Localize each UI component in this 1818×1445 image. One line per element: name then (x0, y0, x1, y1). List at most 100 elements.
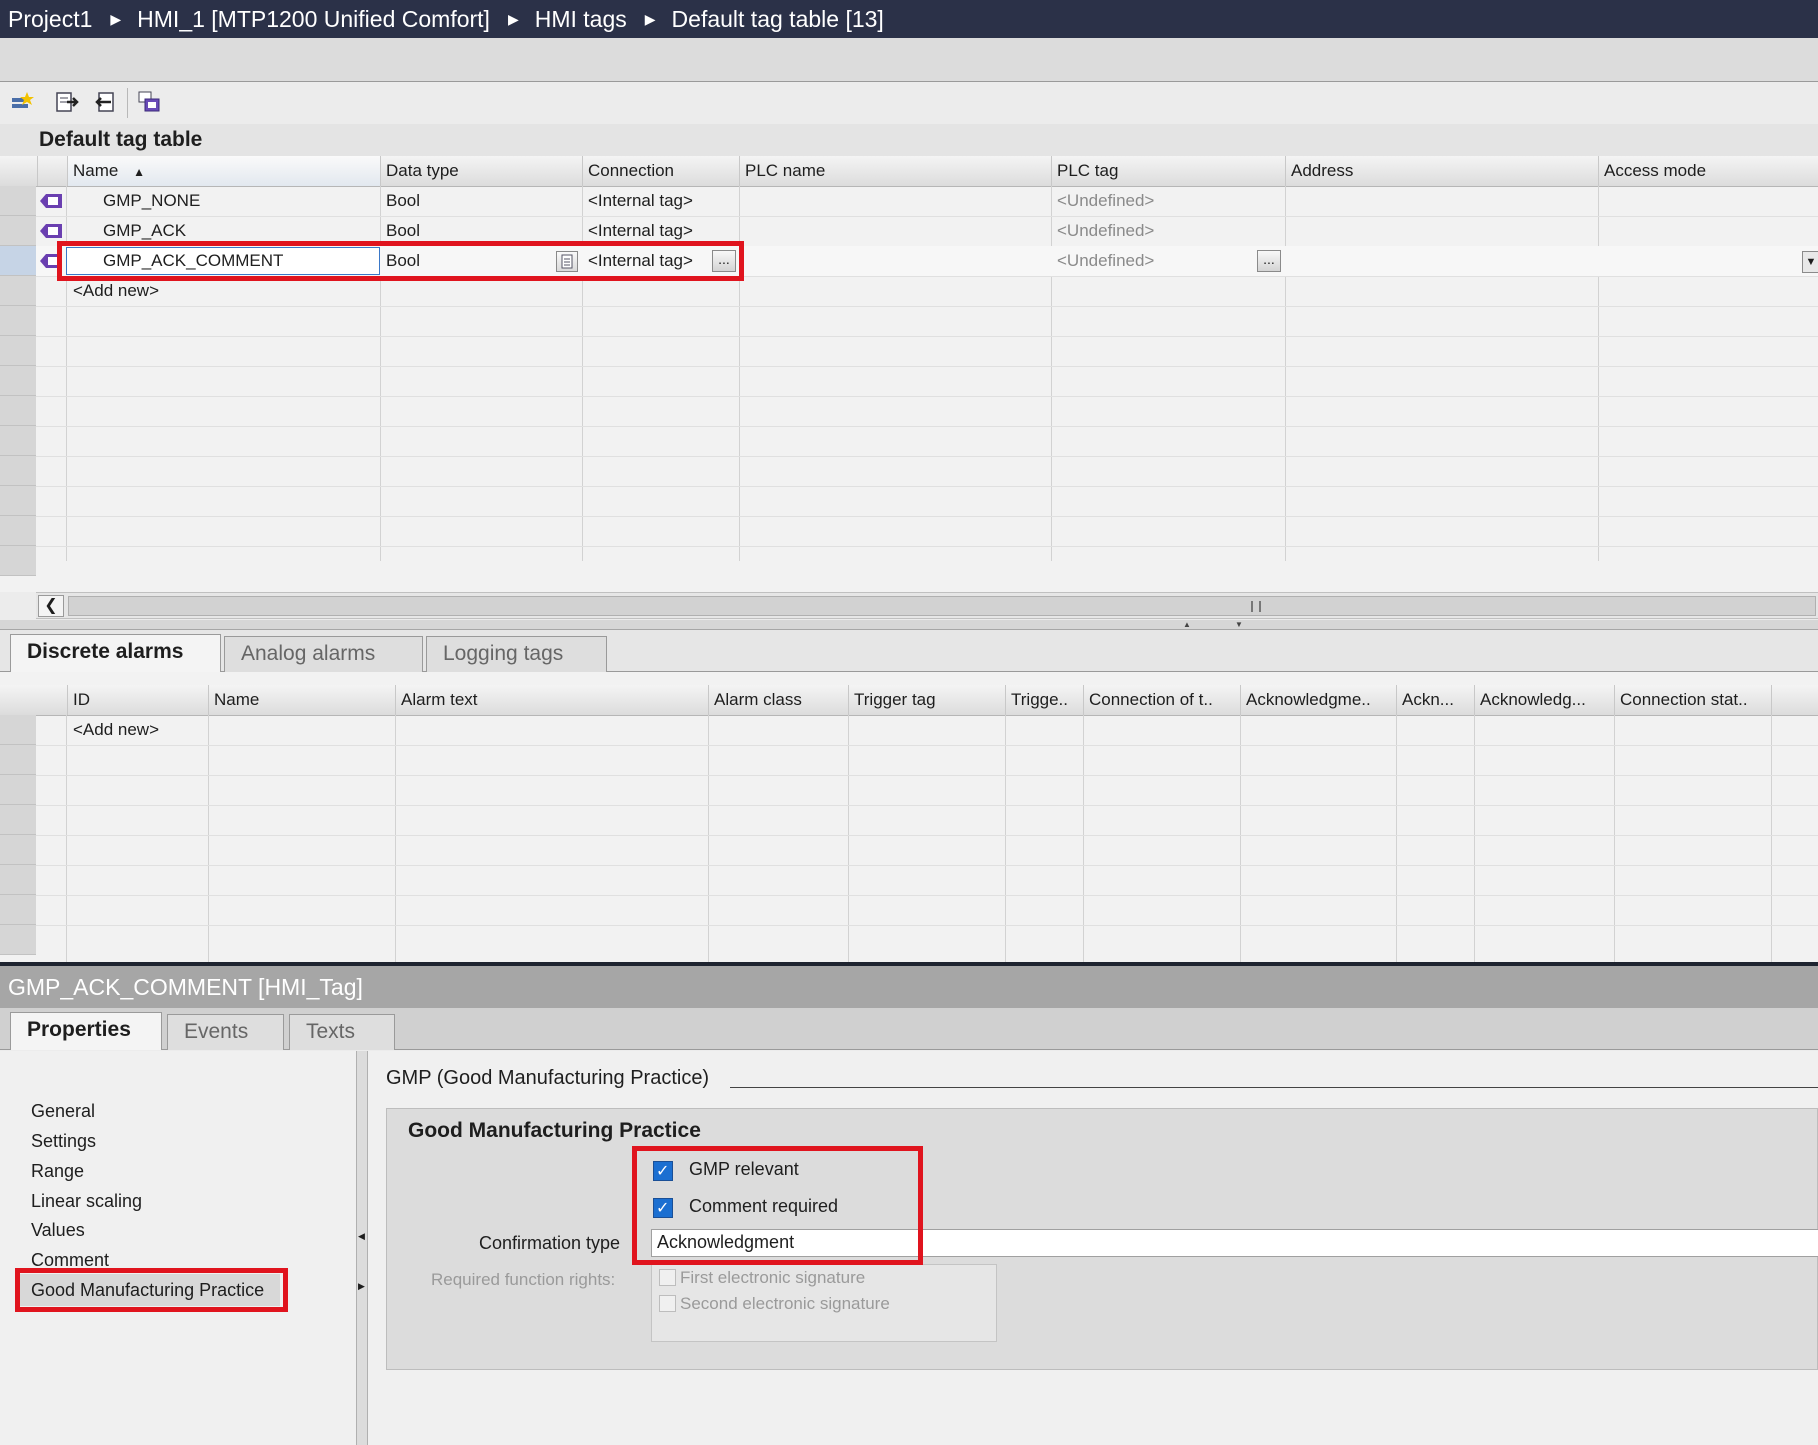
row-header[interactable] (0, 246, 36, 276)
row-header[interactable] (0, 835, 36, 865)
tab-properties[interactable]: Properties (10, 1012, 162, 1050)
breadcrumb-project[interactable]: Project1 (8, 6, 92, 33)
tab-discrete-alarms[interactable]: Discrete alarms (10, 634, 221, 672)
table-row-empty (36, 456, 1818, 487)
table-row-add-new[interactable]: <Add new> (36, 715, 1818, 746)
sort-ascending-icon: ▲ (133, 165, 145, 179)
column-header-alarm-text[interactable]: Alarm text (395, 685, 708, 715)
first-signature-label: First electronic signature (680, 1268, 866, 1287)
column-header-plc-name[interactable]: PLC name (739, 156, 1051, 186)
row-header[interactable] (0, 426, 36, 456)
tag-plc-tag[interactable]: <Undefined> (1057, 246, 1154, 276)
column-header-acknowledgment-bit[interactable]: Ackn... (1396, 685, 1474, 715)
row-header[interactable] (0, 366, 36, 396)
section-rule (730, 1087, 1818, 1088)
splitter[interactable]: ▲ ▼ (0, 620, 1818, 630)
table-row-empty (36, 336, 1818, 367)
tab-analog-alarms[interactable]: Analog alarms (224, 636, 423, 672)
collapse-left-icon[interactable]: ◀ (358, 1231, 365, 1242)
signature-group: First electronic signature Second electr… (651, 1264, 997, 1342)
column-header-connection-trigger[interactable]: Connection of t.. (1083, 685, 1240, 715)
nav-item-general[interactable]: General (31, 1098, 95, 1124)
column-header-acknowledgment-connection[interactable]: Acknowledg... (1474, 685, 1614, 715)
row-header[interactable] (0, 715, 36, 745)
row-header[interactable] (0, 216, 36, 246)
nav-item-values[interactable]: Values (31, 1217, 85, 1243)
property-content: GMP (Good Manufacturing Practice) Good M… (368, 1051, 1818, 1445)
row-header[interactable] (0, 276, 36, 306)
collapse-down-icon[interactable]: ▼ (1224, 621, 1254, 629)
row-header[interactable] (0, 865, 36, 895)
column-header-id[interactable]: ID (67, 685, 208, 715)
row-header[interactable] (0, 186, 36, 216)
tag-plc-tag[interactable]: <Undefined> (1057, 216, 1154, 246)
collapse-up-icon[interactable]: ▲ (1172, 621, 1202, 629)
scroll-left-icon[interactable]: ❮ (38, 595, 64, 617)
row-header[interactable] (0, 396, 36, 426)
nav-item-linear-scaling[interactable]: Linear scaling (31, 1188, 142, 1214)
table-row-empty (36, 516, 1818, 547)
table-row-empty (36, 745, 1818, 776)
toolbar-divider (127, 88, 128, 118)
column-header-address[interactable]: Address (1285, 156, 1598, 186)
tag-name[interactable]: GMP_NONE (103, 186, 200, 216)
second-signature-label: Second electronic signature (680, 1294, 890, 1313)
second-signature-checkbox[interactable] (659, 1295, 676, 1312)
nav-item-settings[interactable]: Settings (31, 1128, 96, 1154)
import-icon[interactable] (93, 90, 117, 114)
table-row-empty (36, 426, 1818, 457)
tag-data-type[interactable]: Bool (386, 186, 420, 216)
tag-plc-tag[interactable]: <Undefined> (1057, 186, 1154, 216)
breadcrumb-tag-table[interactable]: Default tag table [13] (672, 6, 884, 33)
row-header[interactable] (0, 306, 36, 336)
tag-connection[interactable]: <Internal tag> (588, 186, 693, 216)
tab-logging-tags[interactable]: Logging tags (426, 636, 607, 672)
nav-splitter[interactable]: ◀ ▶ (356, 1051, 368, 1445)
column-header-name[interactable]: Name (208, 685, 395, 715)
column-header-plc-tag[interactable]: PLC tag (1051, 156, 1285, 186)
tag-table-icon[interactable] (137, 90, 161, 114)
row-header[interactable] (0, 546, 36, 576)
alarm-tab-strip: Discrete alarms Analog alarms Logging ta… (0, 630, 1818, 672)
tab-events[interactable]: Events (167, 1014, 284, 1050)
horizontal-scrollbar[interactable]: ❮ (36, 592, 1818, 619)
first-signature-checkbox[interactable] (659, 1269, 676, 1286)
row-header[interactable] (0, 775, 36, 805)
row-header[interactable] (0, 486, 36, 516)
add-tag-icon[interactable] (10, 90, 34, 114)
table-row-empty (36, 306, 1818, 337)
add-new-alarm[interactable]: <Add new> (73, 715, 159, 745)
plc-tag-browse-button[interactable]: ... (1257, 250, 1281, 272)
row-header[interactable] (0, 456, 36, 486)
column-header-connection[interactable]: Connection (582, 156, 739, 186)
tag-table-title: Default tag table (0, 124, 1818, 156)
row-header[interactable] (0, 516, 36, 546)
column-header-trigger-bit[interactable]: Trigge.. (1005, 685, 1083, 715)
column-header-access-mode[interactable]: Access mode (1598, 156, 1818, 186)
row-header[interactable] (0, 336, 36, 366)
breadcrumb-hmi[interactable]: HMI_1 [MTP1200 Unified Comfort] (137, 6, 490, 33)
table-row-empty (36, 835, 1818, 866)
column-header-data-type[interactable]: Data type (380, 156, 582, 186)
nav-item-range[interactable]: Range (31, 1158, 84, 1184)
column-header-connection-status[interactable]: Connection stat.. (1614, 685, 1771, 715)
row-header[interactable] (0, 745, 36, 775)
table-row-empty (36, 396, 1818, 427)
breadcrumb-hmi-tags[interactable]: HMI tags (535, 6, 627, 33)
column-header-acknowledgment-tag[interactable]: Acknowledgme.. (1240, 685, 1396, 715)
column-header-alarm-class[interactable]: Alarm class (708, 685, 848, 715)
chevron-down-icon[interactable]: ▼ (1802, 251, 1818, 273)
confirmation-type-label: Confirmation type (479, 1233, 621, 1253)
export-icon[interactable] (55, 90, 79, 114)
column-header-name[interactable]: Name ▲ (67, 156, 380, 186)
row-header[interactable] (0, 895, 36, 925)
scrollbar-thumb[interactable] (68, 596, 1816, 616)
row-header[interactable] (0, 925, 36, 955)
column-header-trigger-tag[interactable]: Trigger tag (848, 685, 1005, 715)
tab-texts[interactable]: Texts (289, 1014, 395, 1050)
expand-right-icon[interactable]: ▶ (358, 1281, 365, 1292)
hmi-tag-icon (40, 224, 62, 238)
toolbar (0, 82, 1818, 124)
table-row[interactable]: GMP_NONE Bool <Internal tag> <Undefined> (36, 186, 1818, 217)
row-header[interactable] (0, 805, 36, 835)
